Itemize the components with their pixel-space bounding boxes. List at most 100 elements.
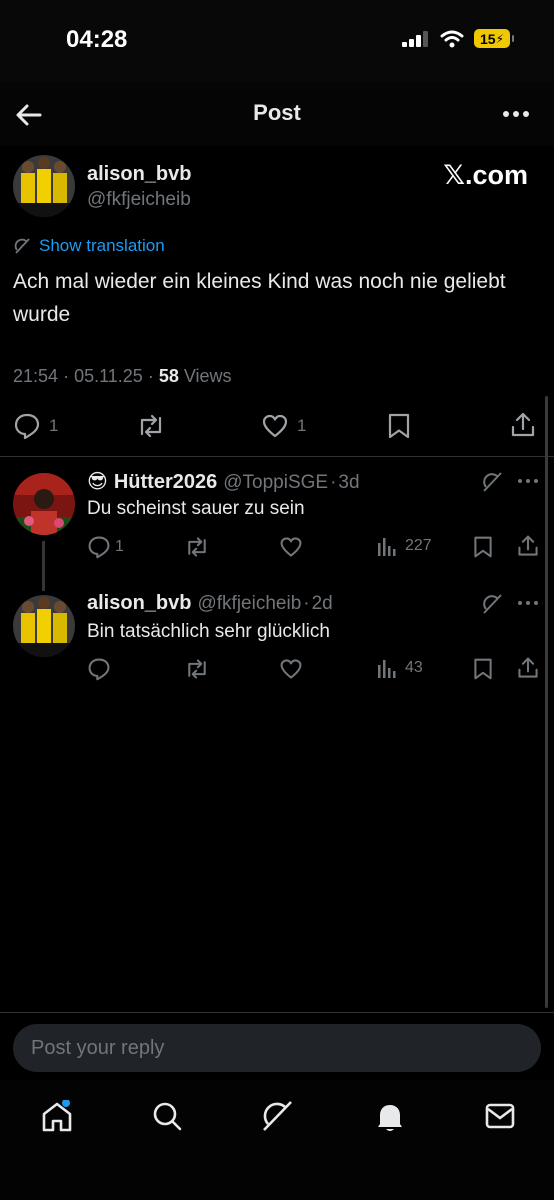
- battery-level: 15: [479, 30, 496, 47]
- more-button[interactable]: [502, 104, 530, 129]
- bookmark-button[interactable]: [386, 412, 412, 445]
- charging-icon: ⚡: [495, 31, 504, 46]
- signal-icon: [402, 30, 428, 47]
- reply-emoji: 😎: [87, 471, 108, 493]
- grok-icon: [14, 238, 30, 254]
- avatar-image: [13, 595, 75, 657]
- reply-share-button[interactable]: [516, 656, 540, 685]
- heart-icon: [280, 659, 302, 679]
- reply-author-handle[interactable]: @ToppiSGE: [223, 472, 328, 494]
- more-dots-icon: [518, 479, 538, 483]
- post-time: 21:54: [13, 366, 59, 386]
- avatar-image: [13, 473, 75, 535]
- reply-age: 3d: [338, 472, 360, 493]
- reply-avatar[interactable]: [13, 473, 75, 535]
- divider: [0, 1012, 554, 1013]
- views-chart-icon: [378, 538, 396, 556]
- reply-text: Bin tatsächlich sehr glücklich: [87, 621, 330, 642]
- repost-icon: [140, 414, 162, 438]
- like-button[interactable]: 1: [261, 412, 306, 440]
- nav-search[interactable]: [151, 1100, 183, 1137]
- post-text: Ach mal wieder ein kleines Kind was noch…: [13, 270, 506, 326]
- reply-author-name[interactable]: Hütter2026: [114, 471, 217, 494]
- page-title: Post: [253, 100, 301, 125]
- author-handle[interactable]: @fkfjeicheib: [87, 189, 191, 211]
- author-avatar[interactable]: [13, 155, 75, 217]
- share-icon: [518, 535, 538, 556]
- reply-button[interactable]: 1: [13, 412, 58, 440]
- bookmark-icon: [474, 658, 492, 680]
- share-button[interactable]: [509, 411, 537, 444]
- show-translation-label[interactable]: Show translation: [39, 236, 165, 256]
- reply-bookmark-button[interactable]: [472, 657, 494, 686]
- status-time: 04:28: [66, 26, 128, 53]
- more-dots-icon: [518, 601, 538, 605]
- reply-input[interactable]: Post your reply: [13, 1024, 541, 1072]
- bottom-nav: [0, 1080, 554, 1200]
- nav-grok[interactable]: [260, 1099, 294, 1138]
- reply-like-button[interactable]: [279, 535, 303, 564]
- views-label: Views: [183, 366, 232, 386]
- x-watermark: 𝕏.com: [443, 160, 528, 190]
- like-count: 1: [297, 416, 307, 435]
- grok-icon: [483, 472, 502, 492]
- reply-avatar[interactable]: [13, 595, 75, 657]
- reply-reply-count: 1: [115, 538, 124, 555]
- reply-views-count: 227: [405, 537, 432, 554]
- post-date: 05.11.25: [74, 366, 143, 386]
- views-chart-icon: [378, 660, 396, 678]
- author-name[interactable]: alison_bvb: [87, 163, 191, 186]
- reply-age: 2d: [311, 593, 333, 614]
- show-translation-button[interactable]: Show translation: [13, 236, 165, 256]
- more-dots-icon: [503, 111, 529, 117]
- reply-views-button[interactable]: 43: [377, 657, 423, 679]
- repost-icon: [188, 659, 206, 679]
- reply-header: alison_bvb @fkfjeicheib · 2d: [87, 592, 333, 615]
- search-icon: [153, 1102, 182, 1131]
- bookmark-icon: [388, 413, 410, 439]
- reply-icon: [88, 658, 110, 681]
- status-icons: 15 ⚡: [402, 29, 514, 48]
- reply-reply-button[interactable]: [87, 657, 111, 686]
- nav-messages[interactable]: [484, 1102, 516, 1135]
- reply-more-button[interactable]: [517, 471, 539, 496]
- battery-indicator: 15 ⚡: [474, 29, 514, 48]
- repost-icon: [188, 537, 206, 557]
- reply-grok-button[interactable]: [481, 593, 503, 620]
- avatar-image: [13, 155, 75, 217]
- reply-author-name[interactable]: alison_bvb: [87, 592, 191, 615]
- reply-repost-button[interactable]: [184, 535, 210, 564]
- bookmark-icon: [474, 536, 492, 558]
- reply-like-button[interactable]: [279, 657, 303, 686]
- reply-share-button[interactable]: [516, 534, 540, 563]
- divider: [0, 456, 554, 457]
- share-icon: [518, 657, 538, 678]
- reply-views-count: 43: [405, 659, 423, 676]
- reply-text: Du scheinst sauer zu sein: [87, 498, 305, 519]
- reply-icon: [14, 413, 40, 440]
- messages-icon: [485, 1103, 515, 1129]
- reply-repost-button[interactable]: [184, 657, 210, 686]
- nav-home[interactable]: [40, 1099, 74, 1139]
- grok-icon: [483, 594, 502, 614]
- reply-header: 😎 Hütter2026 @ToppiSGE · 3d: [87, 471, 360, 494]
- wifi-icon: [440, 30, 464, 47]
- scrollbar[interactable]: [545, 396, 548, 1008]
- reply-author-handle[interactable]: @fkfjeicheib: [197, 593, 301, 615]
- heart-icon: [262, 414, 288, 438]
- reply-icon: [88, 536, 110, 559]
- repost-button[interactable]: [136, 412, 166, 445]
- grok-icon: [263, 1101, 292, 1131]
- heart-icon: [280, 537, 302, 557]
- home-icon: [42, 1099, 72, 1132]
- nav-notifications[interactable]: [374, 1100, 406, 1139]
- reply-grok-button[interactable]: [481, 471, 503, 498]
- thread-line: [42, 541, 45, 591]
- reply-views-button[interactable]: 227: [377, 535, 432, 557]
- reply-reply-button[interactable]: 1: [87, 535, 124, 559]
- reply-more-button[interactable]: [517, 593, 539, 618]
- views-count: 58: [158, 366, 179, 386]
- reply-count: 1: [49, 416, 59, 435]
- reply-bookmark-button[interactable]: [472, 535, 494, 564]
- share-icon: [511, 412, 535, 437]
